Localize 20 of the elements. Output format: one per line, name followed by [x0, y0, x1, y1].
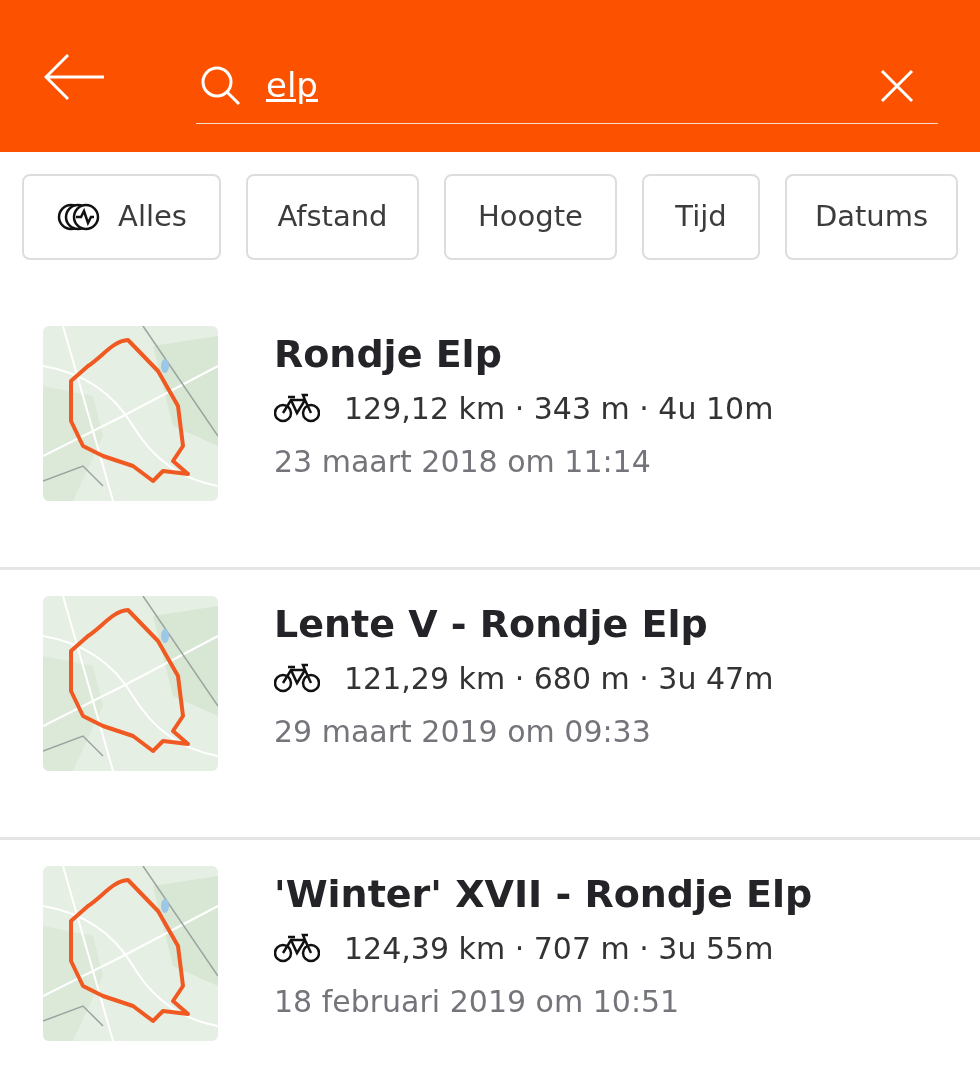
bike-icon: [274, 393, 320, 424]
activity-stats: 121,29 km · 680 m · 3u 47m: [344, 659, 774, 698]
activity-date: 18 februari 2019 om 10:51: [274, 982, 681, 1021]
close-icon[interactable]: [880, 68, 914, 103]
filter-button[interactable]: Alles: [22, 174, 221, 260]
filter-button[interactable]: Afstand: [246, 174, 419, 260]
filter-button[interactable]: Hoogte: [444, 174, 617, 260]
filter-button[interactable]: Tijd: [642, 174, 760, 260]
activity-title[interactable]: 'Winter' XVII - Rondje Elp: [274, 872, 813, 918]
activity-title[interactable]: Lente V - Rondje Elp: [274, 602, 774, 648]
activity-date: 29 maart 2019 om 09:33: [274, 712, 652, 751]
back-arrow-icon[interactable]: [44, 53, 106, 101]
activity-date: 23 maart 2018 om 11:14: [274, 442, 652, 481]
bike-icon: [274, 933, 320, 964]
bike-icon: [274, 663, 320, 694]
search-icon: [200, 64, 242, 107]
filter-button[interactable]: Datums: [785, 174, 958, 260]
activity-stats: 129,12 km · 343 m · 4u 10m: [344, 389, 774, 428]
activity-title[interactable]: Rondje Elp: [274, 332, 774, 378]
activity-stats: 124,39 km · 707 m · 3u 55m: [344, 929, 774, 968]
